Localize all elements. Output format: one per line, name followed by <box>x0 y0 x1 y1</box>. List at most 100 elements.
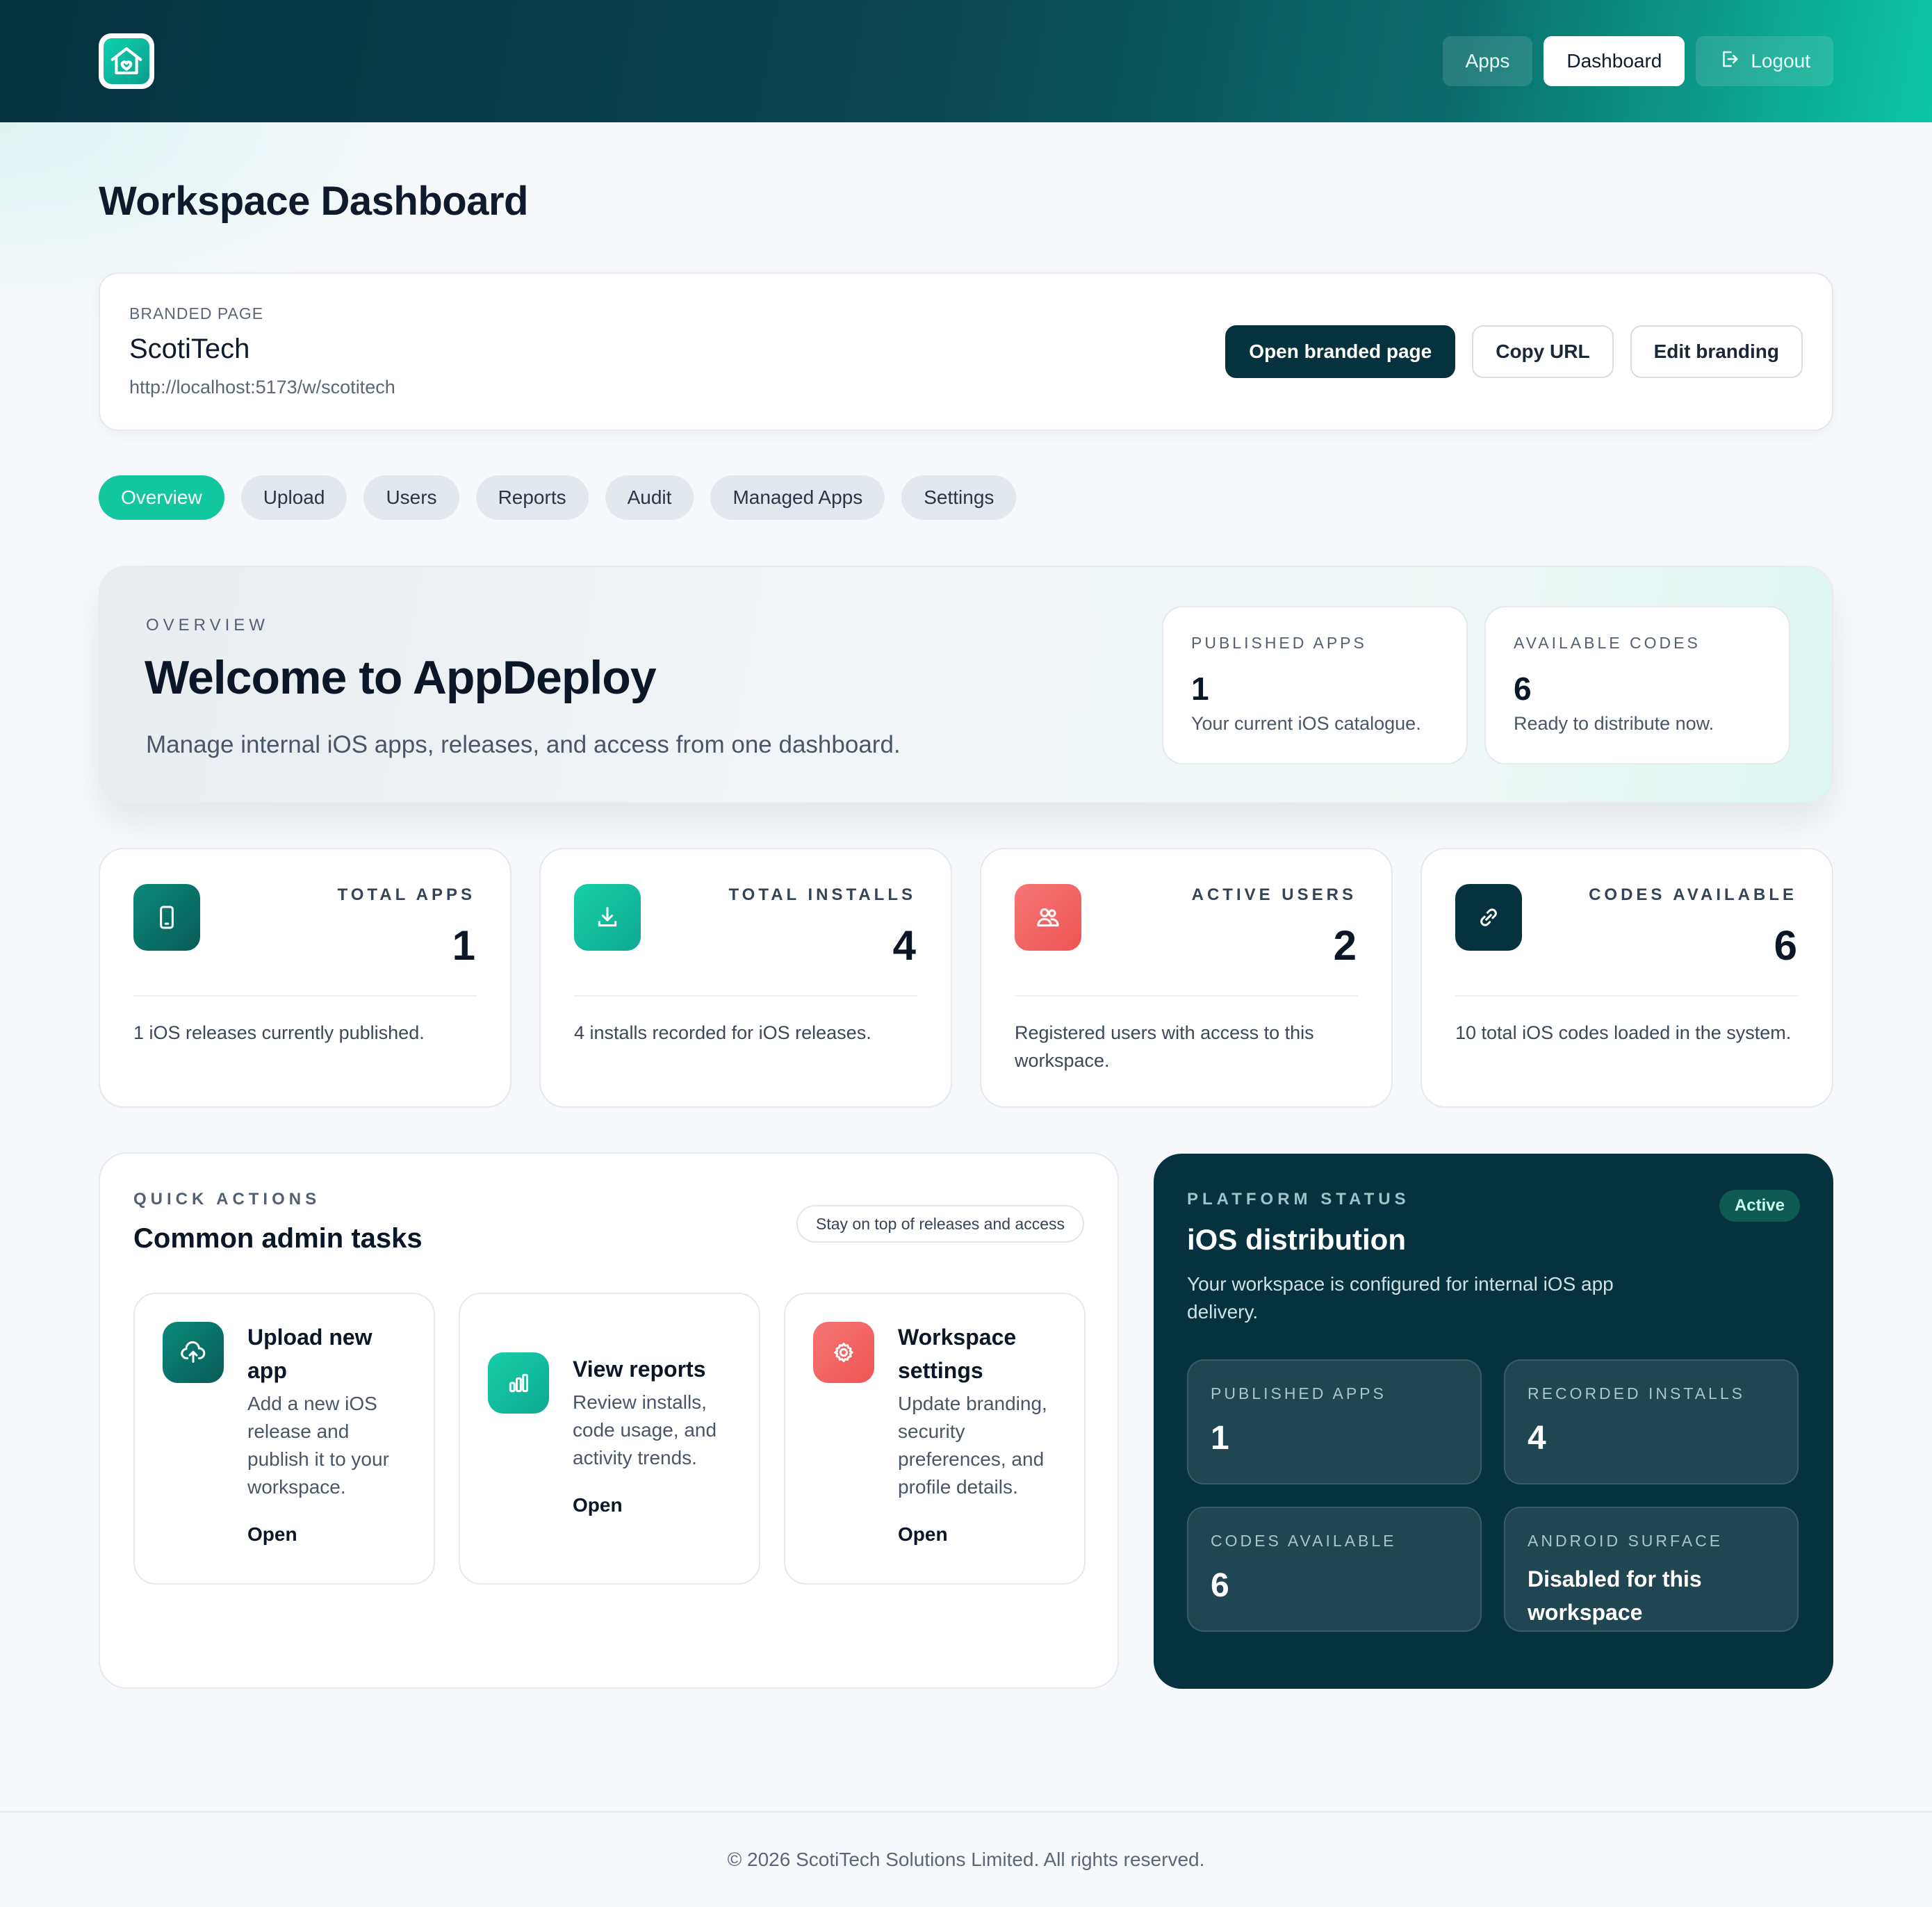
action-body: Upload new app Add a new iOS release and… <box>247 1320 413 1546</box>
tab-users[interactable]: Users <box>363 475 459 520</box>
nav-apps[interactable]: Apps <box>1442 36 1533 86</box>
tab-reports[interactable]: Reports <box>475 475 589 520</box>
ps-tile-value: 1 <box>1211 1420 1229 1457</box>
action-upload-new-app[interactable]: Upload new app Add a new iOS release and… <box>133 1293 435 1585</box>
divider <box>1015 995 1358 997</box>
ps-eyebrow: PLATFORM STATUS <box>1187 1190 1410 1209</box>
stat-card-total-installs: TOTAL INSTALLS 4 4 installs recorded for… <box>539 848 952 1108</box>
stat-card-codes-available: CODES AVAILABLE 6 10 total iOS codes loa… <box>1421 848 1833 1108</box>
stat-value: 1 <box>452 922 475 969</box>
action-open-link[interactable]: Open <box>898 1523 1063 1546</box>
mini-card-published-apps: PUBLISHED APPS 1 Your current iOS catalo… <box>1162 606 1468 764</box>
stat-value: 6 <box>1774 922 1797 969</box>
action-title: Upload new app <box>247 1325 373 1383</box>
ps-desc: Your workspace is configured for interna… <box>1187 1273 1614 1323</box>
divider <box>133 995 477 997</box>
bar-chart-icon <box>488 1352 549 1414</box>
stat-card-total-apps: TOTAL APPS 1 1 iOS releases currently pu… <box>99 848 511 1108</box>
action-open-link[interactable]: Open <box>573 1494 738 1516</box>
action-title: View reports <box>573 1357 706 1382</box>
gear-icon <box>813 1322 874 1383</box>
stat-desc: 4 installs recorded for iOS releases. <box>574 1022 871 1043</box>
ps-tile-published-apps: PUBLISHED APPS 1 <box>1187 1359 1482 1484</box>
platform-status-panel: PLATFORM STATUS iOS distribution Active … <box>1154 1154 1833 1689</box>
link-icon <box>1455 884 1522 951</box>
open-branded-page-button[interactable]: Open branded page <box>1225 325 1456 378</box>
ps-tile-value: Disabled for this workspace <box>1528 1566 1702 1625</box>
tab-audit[interactable]: Audit <box>605 475 694 520</box>
stat-value: 4 <box>892 922 916 969</box>
ps-tile-codes-available: CODES AVAILABLE 6 <box>1187 1507 1482 1632</box>
stat-desc: Registered users with access to this wor… <box>1015 1022 1314 1071</box>
action-workspace-settings[interactable]: Workspace settings Update branding, secu… <box>784 1293 1086 1585</box>
mini-label: AVAILABLE CODES <box>1514 634 1701 652</box>
mini-card-available-codes: AVAILABLE CODES 6 Ready to distribute no… <box>1484 606 1790 764</box>
stat-desc: 10 total iOS codes loaded in the system. <box>1455 1022 1792 1043</box>
stat-label: TOTAL INSTALLS <box>728 885 916 904</box>
qa-hint-pill: Stay on top of releases and access <box>796 1205 1084 1243</box>
tab-managed-apps[interactable]: Managed Apps <box>710 475 885 520</box>
ps-tile-label: ANDROID SURFACE <box>1528 1532 1724 1550</box>
mini-value: 6 <box>1514 671 1532 707</box>
ps-tile-value: 4 <box>1528 1420 1546 1457</box>
qa-title: Common admin tasks <box>133 1223 423 1254</box>
stat-label: ACTIVE USERS <box>1191 885 1357 904</box>
divider <box>574 995 917 997</box>
branded-actions: Open branded page Copy URL Edit branding <box>1225 325 1803 378</box>
home-heart-icon <box>104 38 149 84</box>
action-open-link[interactable]: Open <box>247 1523 413 1546</box>
action-desc: Update branding, security preferences, a… <box>898 1393 1047 1498</box>
divider <box>1455 995 1799 997</box>
ps-tile-android-surface: ANDROID SURFACE Disabled for this worksp… <box>1504 1507 1799 1632</box>
nav-logout-label: Logout <box>1751 50 1810 72</box>
nav-dashboard[interactable]: Dashboard <box>1544 36 1685 86</box>
mini-value: 1 <box>1191 671 1209 707</box>
nav-dashboard-label: Dashboard <box>1566 50 1662 72</box>
logout-icon <box>1719 49 1739 74</box>
stat-desc: 1 iOS releases currently published. <box>133 1022 425 1043</box>
ps-tile-label: RECORDED INSTALLS <box>1528 1384 1745 1402</box>
ps-tile-label: CODES AVAILABLE <box>1211 1532 1397 1550</box>
branded-name: ScotiTech <box>129 334 250 364</box>
app-logo[interactable] <box>99 33 154 89</box>
hero-eyebrow: OVERVIEW <box>146 616 269 635</box>
action-body: View reports Review installs, code usage… <box>573 1352 738 1516</box>
ps-tile-label: PUBLISHED APPS <box>1211 1384 1386 1402</box>
page-title: Workspace Dashboard <box>99 179 528 224</box>
action-body: Workspace settings Update branding, secu… <box>898 1320 1063 1546</box>
cloud-upload-icon <box>163 1322 224 1383</box>
qa-eyebrow: QUICK ACTIONS <box>133 1190 321 1209</box>
top-bar: Apps Dashboard Logout <box>0 0 1932 122</box>
branded-page-card: BRANDED PAGE ScotiTech http://localhost:… <box>99 272 1833 431</box>
mini-desc: Your current iOS catalogue. <box>1191 713 1421 734</box>
download-icon <box>574 884 641 951</box>
edit-branding-button[interactable]: Edit branding <box>1630 325 1803 378</box>
quick-actions-panel: QUICK ACTIONS Common admin tasks Stay on… <box>99 1152 1119 1689</box>
nav-logout[interactable]: Logout <box>1696 36 1833 86</box>
mini-label: PUBLISHED APPS <box>1191 634 1367 652</box>
action-desc: Review installs, code usage, and activit… <box>573 1391 717 1468</box>
footer-text: © 2026 ScotiTech Solutions Limited. All … <box>727 1849 1205 1870</box>
status-badge: Active <box>1719 1190 1800 1222</box>
tab-overview[interactable]: Overview <box>99 475 224 520</box>
action-title: Workspace settings <box>898 1325 1017 1383</box>
stat-card-active-users: ACTIVE USERS 2 Registered users with acc… <box>980 848 1393 1108</box>
branded-url: http://localhost:5173/w/scotitech <box>129 377 395 398</box>
ps-tile-value: 6 <box>1211 1567 1229 1604</box>
phone-icon <box>133 884 200 951</box>
ps-tile-recorded-installs: RECORDED INSTALLS 4 <box>1504 1359 1799 1484</box>
hero-subtitle: Manage internal iOS apps, releases, and … <box>146 731 901 758</box>
tab-settings[interactable]: Settings <box>901 475 1017 520</box>
footer: © 2026 ScotiTech Solutions Limited. All … <box>0 1811 1932 1907</box>
dashboard-tabs: Overview Upload Users Reports Audit Mana… <box>99 475 1017 520</box>
action-view-reports[interactable]: View reports Review installs, code usage… <box>459 1293 760 1585</box>
branded-eyebrow: BRANDED PAGE <box>129 304 264 322</box>
users-icon <box>1015 884 1081 951</box>
tab-upload[interactable]: Upload <box>240 475 347 520</box>
hero-title: Welcome to AppDeploy <box>145 651 657 704</box>
stat-value: 2 <box>1333 922 1357 969</box>
copy-url-button[interactable]: Copy URL <box>1472 325 1614 378</box>
overview-hero: OVERVIEW Welcome to AppDeploy Manage int… <box>99 566 1833 803</box>
ps-title: iOS distribution <box>1187 1223 1406 1256</box>
stat-label: TOTAL APPS <box>337 885 475 904</box>
